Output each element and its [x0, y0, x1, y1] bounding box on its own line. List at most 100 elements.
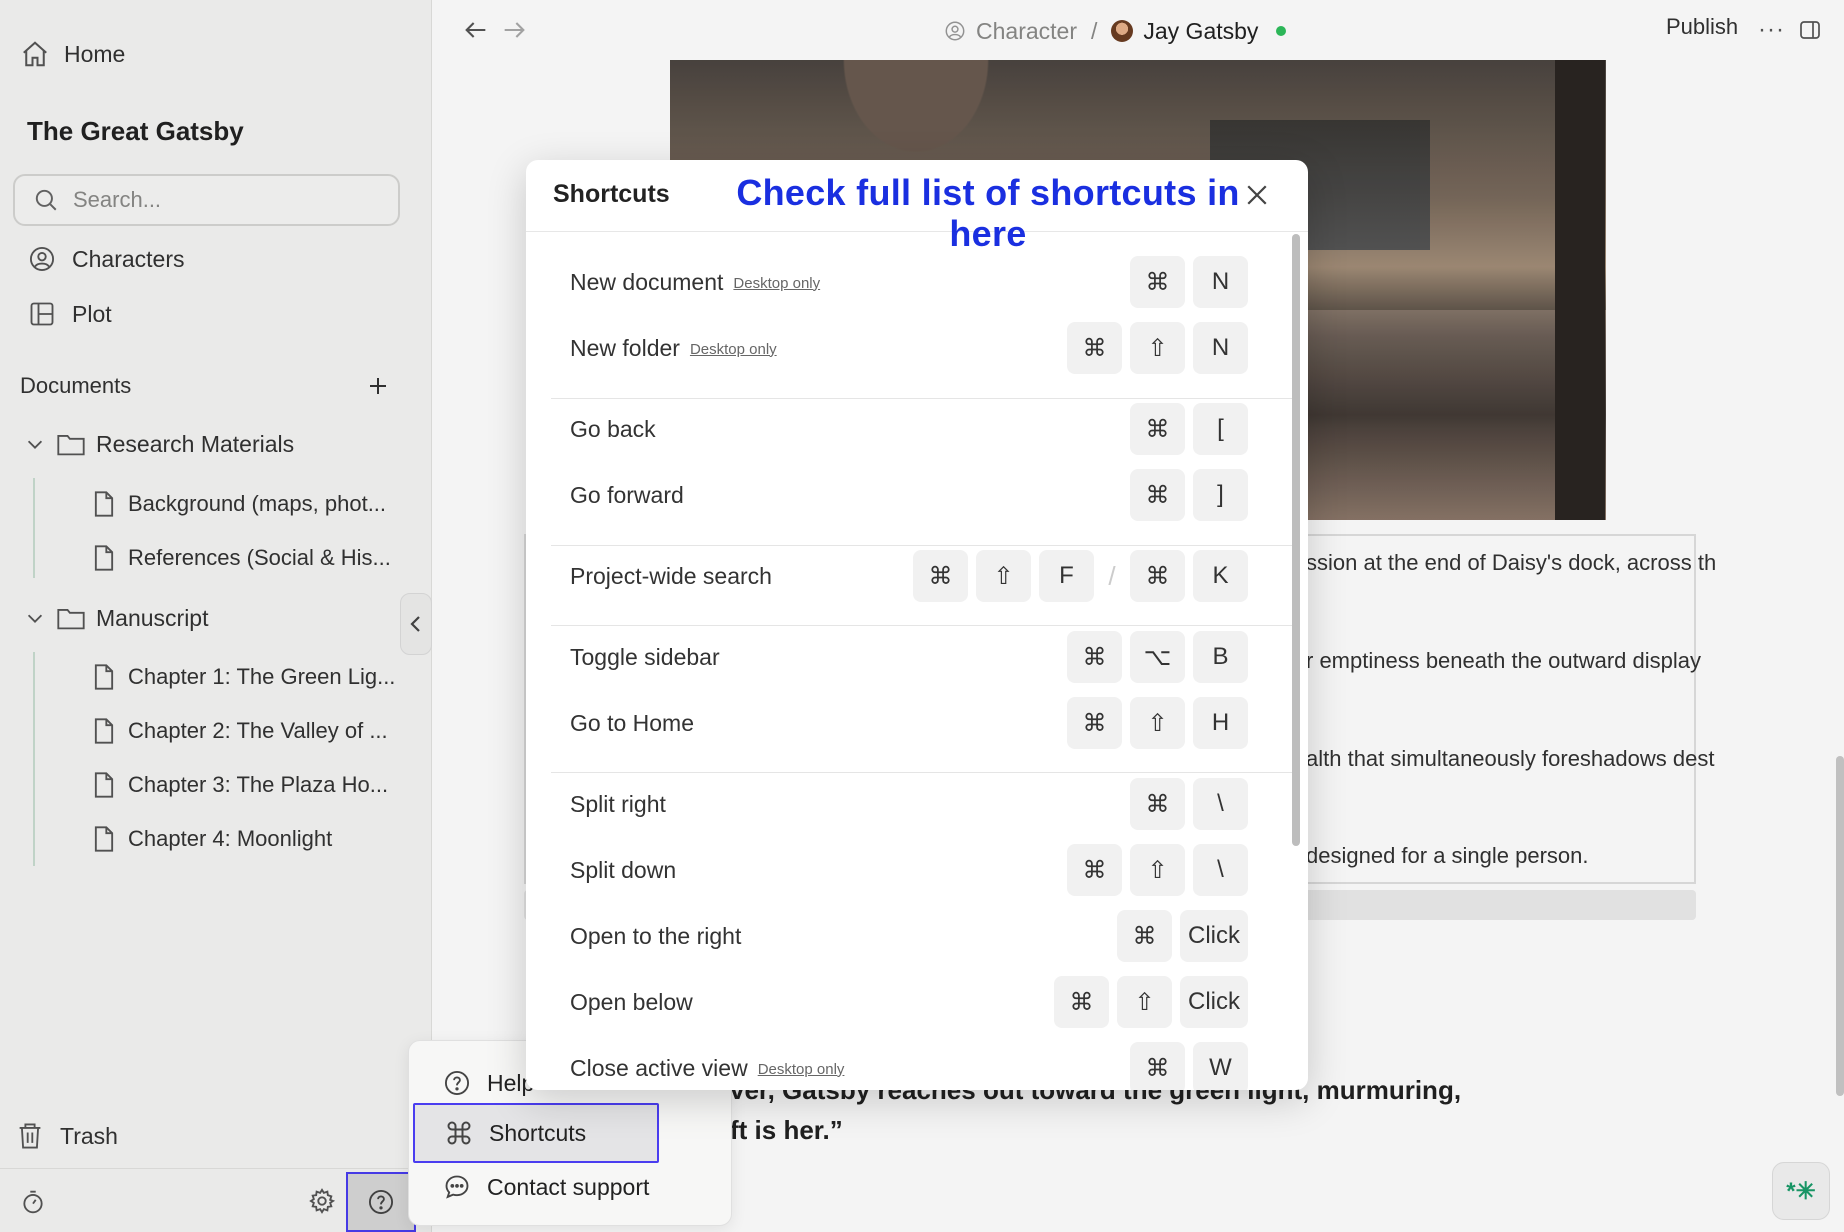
key-cap: N [1193, 322, 1248, 374]
key-cap: ⇧ [1130, 322, 1185, 374]
modal-title: Shortcuts [553, 180, 670, 208]
doc-item[interactable]: Background (maps, phot... [92, 486, 386, 522]
divider [551, 398, 1295, 399]
sidebar-bottom-bar [0, 1168, 432, 1232]
nav-characters[interactable]: Characters [28, 240, 184, 278]
menu-item-shortcuts[interactable]: Shortcuts [413, 1103, 659, 1163]
shortcut-row: Go to Home ⌘ ⇧ H [570, 693, 1248, 753]
breadcrumb-separator: / [1090, 17, 1098, 44]
menu-item-label: Contact support [487, 1173, 650, 1200]
key-cap: K [1193, 550, 1248, 602]
table-text-line: r emptiness beneath the outward display [1306, 648, 1702, 673]
breadcrumb-current[interactable]: Jay Gatsby [1143, 18, 1258, 45]
folder-research-materials[interactable]: Research Materials [24, 426, 294, 462]
key-cap: ⇧ [1117, 976, 1172, 1028]
key-cap: ⇧ [1130, 844, 1185, 896]
key-cap: ⌘ [1067, 844, 1122, 896]
menu-item-label: Shortcuts [489, 1119, 587, 1146]
modal-scrollbar[interactable] [1292, 234, 1300, 846]
shortcut-row: New document Desktop only ⌘ N [570, 252, 1248, 312]
shortcut-row: Close active view Desktop only ⌘ W [570, 1038, 1248, 1090]
divider [551, 625, 1295, 626]
shortcut-label: New document [570, 268, 724, 295]
project-title: The Great Gatsby [27, 116, 244, 146]
user-circle-icon [29, 246, 55, 272]
shortcut-keys: ⌘ \ [1130, 778, 1248, 830]
shortcut-label: Split right [570, 790, 666, 817]
file-icon [94, 491, 114, 517]
shortcut-keys: ⌘ ⇧ F / ⌘ K [913, 550, 1248, 602]
avatar [1111, 20, 1134, 42]
panel-toggle-icon[interactable] [1798, 18, 1822, 42]
key-cap: ⇧ [976, 550, 1031, 602]
key-cap: ⌥ [1130, 631, 1185, 683]
folder-icon [57, 609, 85, 630]
doc-label: Background (maps, phot... [128, 491, 387, 516]
add-document-icon[interactable] [366, 374, 390, 398]
key-cap: Click [1180, 976, 1248, 1028]
key-cap: ⇧ [1130, 697, 1185, 749]
chevron-down-icon[interactable] [24, 607, 46, 629]
folder-label: Manuscript [96, 604, 209, 631]
key-cap: ⌘ [1130, 469, 1185, 521]
collapse-sidebar-button[interactable] [400, 593, 432, 655]
divider [551, 545, 1295, 546]
modal-header: Shortcuts Check full list of shortcuts i… [526, 160, 1308, 254]
nav-plot-label: Plot [72, 300, 112, 327]
folder-label: Research Materials [96, 430, 295, 457]
menu-item-contact-support[interactable]: Contact support [413, 1157, 659, 1217]
shortcut-keys: ⌘ N [1130, 256, 1248, 308]
annotation-callout: Check full list of shortcuts in here [736, 172, 1240, 254]
shortcut-label: Toggle sidebar [570, 643, 720, 670]
doc-item[interactable]: Chapter 4: Moonlight [92, 821, 332, 857]
user-circle-icon [945, 21, 965, 41]
search-box[interactable] [13, 174, 400, 226]
doc-item[interactable]: Chapter 1: The Green Lig... [92, 659, 395, 695]
breadcrumb-parent[interactable]: Character [976, 18, 1077, 45]
help-circle-icon [368, 1189, 394, 1215]
close-icon[interactable] [1242, 180, 1272, 210]
arrow-right-icon[interactable] [500, 16, 528, 44]
more-options-button[interactable]: ··· [1758, 16, 1785, 44]
chat-bubble-icon [445, 1175, 469, 1199]
gear-icon[interactable] [308, 1187, 336, 1215]
table-text-line: alth that simultaneously foreshadows des… [1306, 746, 1715, 771]
shortcut-keys: ⌘] [1130, 469, 1248, 521]
key-cap: \ [1193, 778, 1248, 830]
timer-icon[interactable] [20, 1189, 46, 1215]
arrow-left-icon[interactable] [462, 16, 490, 44]
shortcuts-modal: Shortcuts Check full list of shortcuts i… [526, 160, 1308, 1090]
doc-label: Chapter 1: The Green Lig... [128, 664, 396, 689]
shortcut-keys: ⌘ ⇧ H [1067, 697, 1248, 749]
shortcut-row: Split down ⌘ ⇧ \ [570, 840, 1248, 900]
nav-characters-label: Characters [72, 245, 185, 272]
shortcut-label: Project-wide search [570, 562, 772, 589]
key-cap: ⌘ [1067, 322, 1122, 374]
ai-assistant-button[interactable]: *✳ [1772, 1162, 1830, 1220]
shortcut-keys: ⌘ Click [1117, 910, 1248, 962]
publish-button[interactable]: Publish [1666, 14, 1738, 40]
doc-item[interactable]: Chapter 2: The Valley of ... [92, 713, 388, 749]
nav-trash[interactable]: Trash [16, 1118, 118, 1154]
file-icon [94, 545, 114, 571]
home-icon [23, 41, 47, 67]
nav-home[interactable]: Home [20, 36, 125, 72]
doc-label: Chapter 3: The Plaza Ho... [128, 772, 389, 797]
nav-plot[interactable]: Plot [28, 295, 112, 333]
shortcut-row: Split right ⌘ \ [570, 774, 1248, 834]
shortcut-keys: ⌘ ⇧ \ [1067, 844, 1248, 896]
doc-item[interactable]: References (Social & His... [92, 540, 391, 576]
doc-item[interactable]: Chapter 3: The Plaza Ho... [92, 767, 388, 803]
help-button[interactable] [346, 1172, 416, 1232]
key-cap: ⌘ [1130, 778, 1185, 830]
shortcut-row: Go forward ⌘] [570, 465, 1248, 525]
chevron-down-icon[interactable] [24, 433, 46, 455]
shortcut-label: Close active view [570, 1054, 748, 1081]
trash-icon [19, 1123, 41, 1149]
editor-scrollbar[interactable] [1836, 756, 1844, 1096]
key-cap: ⌘ [1067, 631, 1122, 683]
folder-manuscript[interactable]: Manuscript [24, 600, 208, 636]
sidebar: Home The Great Gatsby Characters Plot Do… [0, 0, 432, 1232]
shortcut-row: Open below ⌘ ⇧ Click [570, 972, 1248, 1032]
search-input[interactable] [73, 187, 373, 213]
